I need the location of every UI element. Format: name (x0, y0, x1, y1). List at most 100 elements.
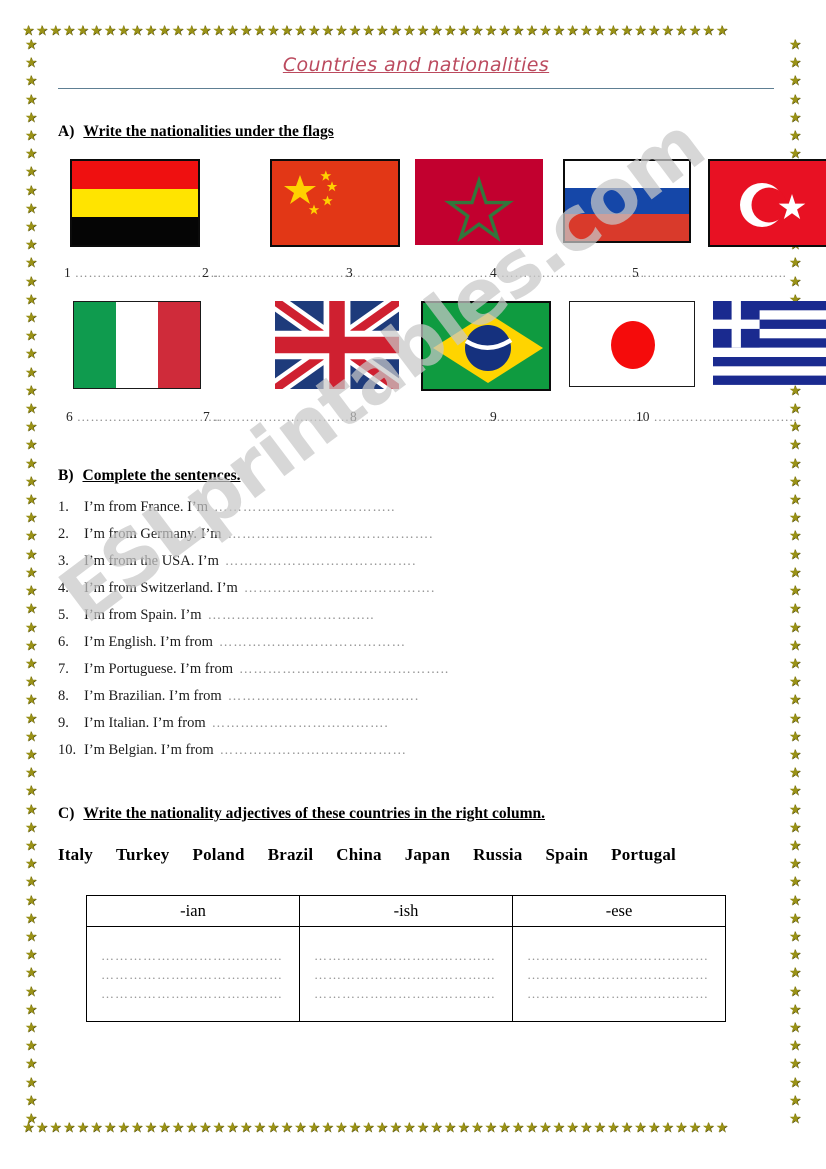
word-bank-item[interactable]: Turkey (116, 845, 169, 865)
flag-answer-4[interactable]: 4 ………………………….. (490, 265, 644, 281)
list-item[interactable]: 9. I’m Italian. I’m from ………………………………. (58, 715, 774, 742)
sentence-blank: ……………………………….. (214, 499, 396, 514)
sentence-text: I’m Italian. I’m from (84, 715, 206, 731)
list-item[interactable]: 6. I’m English. I’m from ………………………………… (58, 634, 774, 661)
word-bank-item[interactable]: Portugal (611, 845, 676, 865)
word-bank-item[interactable]: Brazil (268, 845, 314, 865)
flag-answer-10[interactable]: 10 ………………………….. (636, 409, 797, 425)
blank-line: ………………………………… (527, 947, 709, 963)
word-bank-item[interactable]: Russia (473, 845, 522, 865)
flag-answer-number-9: 9 (490, 409, 497, 424)
sentence-text: I’m from France. I’m (84, 499, 209, 515)
union-jack-icon (275, 301, 399, 389)
worksheet-content: Countries and nationalities A) Write the… (58, 44, 826, 1022)
answer-cell-ese[interactable]: ………………………………… ………………………………… ………………………………… (512, 926, 726, 1022)
word-bank-item[interactable]: China (336, 845, 381, 865)
flag-answer-number-10: 10 (636, 409, 650, 424)
flag-answers-row-2: 6 ………………………….. 7 ………………………….. 8 ……………………… (58, 409, 797, 431)
blank-line: ………………………………… (101, 985, 283, 1001)
sentence-text: I’m from Spain. I’m (84, 607, 202, 623)
flag-answer-dots-1: ………………………….. (74, 265, 219, 280)
flag-answer-dots-7: ………………………….. (213, 409, 358, 424)
turkey-crescent-star-icon (740, 183, 806, 227)
section-c-heading: C) Write the nationality adjectives of t… (58, 805, 774, 823)
section-c-letter: C) (58, 805, 75, 822)
flag-answer-3[interactable]: 3 ………………………….. (346, 265, 500, 281)
column-header-ese: -ese (512, 895, 726, 927)
flag-answer-2[interactable]: 2 ………………………….. (202, 265, 356, 281)
flag-answer-7[interactable]: 7 ………………………….. (203, 409, 357, 425)
list-item[interactable]: 4. I’m from Switzerland. I’m ……………………………… (58, 580, 774, 607)
blank-line: ………………………………… (101, 966, 283, 982)
greece-stripes-icon (713, 301, 826, 385)
word-bank-item[interactable]: Spain (546, 845, 589, 865)
flag-answer-8[interactable]: 8 ………………………….. (350, 409, 504, 425)
flag-answer-dots-5: ………………………….. (642, 265, 787, 280)
blank-line: ………………………………… (527, 966, 709, 982)
flag-answer-dots-10: ………………………….. (653, 409, 798, 424)
flag-belgium (70, 159, 200, 247)
flag-answer-number-8: 8 (350, 409, 357, 424)
country-word-bank: Italy Turkey Poland Brazil China Japan R… (58, 845, 774, 865)
flag-japan (569, 301, 695, 387)
flag-answer-9[interactable]: 9 ………………………….. (490, 409, 644, 425)
flag-answer-dots-8: ………………………….. (360, 409, 505, 424)
star-border-top: ★★★★★★★★★★★★★★★★★★★★★★★★★★★★★★★★★★★★★★★★… (22, 23, 730, 39)
page-title: Countries and nationalities (282, 54, 550, 76)
sentence-blank: ………………………………. (211, 715, 389, 730)
sentence-blank: …………………………………….. (239, 661, 450, 676)
sentence-blank: …………………………….. (207, 607, 375, 622)
worksheet-page: ★★★★★★★★★★★★★★★★★★★★★★★★★★★★★★★★★★★★★★★★… (0, 0, 826, 1169)
section-a-title: Write the nationalities under the flags (83, 123, 334, 140)
flag-turkey (708, 159, 826, 247)
sentence-text: I’m Portuguese. I’m from (84, 661, 233, 677)
brazil-globe-icon (433, 313, 543, 383)
word-bank-item[interactable]: Italy (58, 845, 93, 865)
section-b-title: Complete the sentences. (82, 467, 241, 484)
flag-uk (275, 301, 399, 389)
flag-answer-number-1: 1 (64, 265, 71, 280)
flag-answer-1[interactable]: 1 ………………………….. (64, 265, 218, 281)
table-row: ………………………………… ………………………………… ………………………………… (86, 926, 726, 1022)
answer-cell-ian[interactable]: ………………………………… ………………………………… ………………………………… (86, 926, 300, 1022)
list-item[interactable]: 10. I’m Belgian. I’m from ………………………………… (58, 742, 774, 769)
flag-answer-5[interactable]: 5 ………………………….. (632, 265, 786, 281)
flag-row-1 (58, 159, 826, 255)
blank-line: ………………………………… (101, 947, 283, 963)
word-bank-item[interactable]: Japan (405, 845, 450, 865)
flag-answer-number-4: 4 (490, 265, 497, 280)
list-item[interactable]: 8. I’m Brazilian. I’m from …………………………………… (58, 688, 774, 715)
column-header-ian: -ian (86, 895, 300, 927)
sentence-number: 8. (58, 688, 69, 704)
section-b-heading: B) Complete the sentences. (58, 467, 774, 485)
flag-answers-row-1: 1 ………………………….. 2 ………………………….. 3 ……………………… (58, 265, 786, 287)
sentence-text: I’m from Switzerland. I’m (84, 580, 238, 596)
sentence-text: I’m Belgian. I’m from (84, 742, 214, 758)
list-item[interactable]: 7. I’m Portuguese. I’m from ………………………………… (58, 661, 774, 688)
flag-answer-6[interactable]: 6 ………………………….. (66, 409, 220, 425)
table-header-row: -ian -ish -ese (86, 895, 726, 927)
word-bank-item[interactable]: Poland (192, 845, 244, 865)
list-item[interactable]: 1. I’m from France. I’m ……………………………….. (58, 499, 774, 526)
answer-cell-ish[interactable]: ………………………………… ………………………………… ………………………………… (299, 926, 513, 1022)
blank-line: ………………………………… (314, 985, 496, 1001)
flag-answer-dots-6: ………………………….. (76, 409, 221, 424)
section-b-letter: B) (58, 467, 74, 484)
list-item[interactable]: 2. I’m from Germany. I’m ……………………………………. (58, 526, 774, 553)
flag-russia (563, 159, 691, 243)
list-item[interactable]: 3. I’m from the USA. I’m …………………………………. (58, 553, 774, 580)
list-item[interactable]: 5. I’m from Spain. I’m …………………………….. (58, 607, 774, 634)
flag-answer-number-2: 2 (202, 265, 209, 280)
blank-line: ………………………………… (527, 985, 709, 1001)
japan-sun-icon (611, 321, 655, 369)
flag-greece (713, 301, 826, 385)
sentence-number: 2. (58, 526, 69, 542)
sentence-text: I’m Brazilian. I’m from (84, 688, 222, 704)
flag-answer-dots-4: ………………………….. (500, 265, 645, 280)
star-border-bottom: ★★★★★★★★★★★★★★★★★★★★★★★★★★★★★★★★★★★★★★★★… (22, 1120, 730, 1136)
flag-answer-number-3: 3 (346, 265, 353, 280)
flag-answer-dots-2: ………………………….. (212, 265, 357, 280)
sentence-blank: ………………………………… (219, 742, 407, 757)
sentence-number: 5. (58, 607, 69, 623)
china-stars-icon (284, 170, 338, 215)
